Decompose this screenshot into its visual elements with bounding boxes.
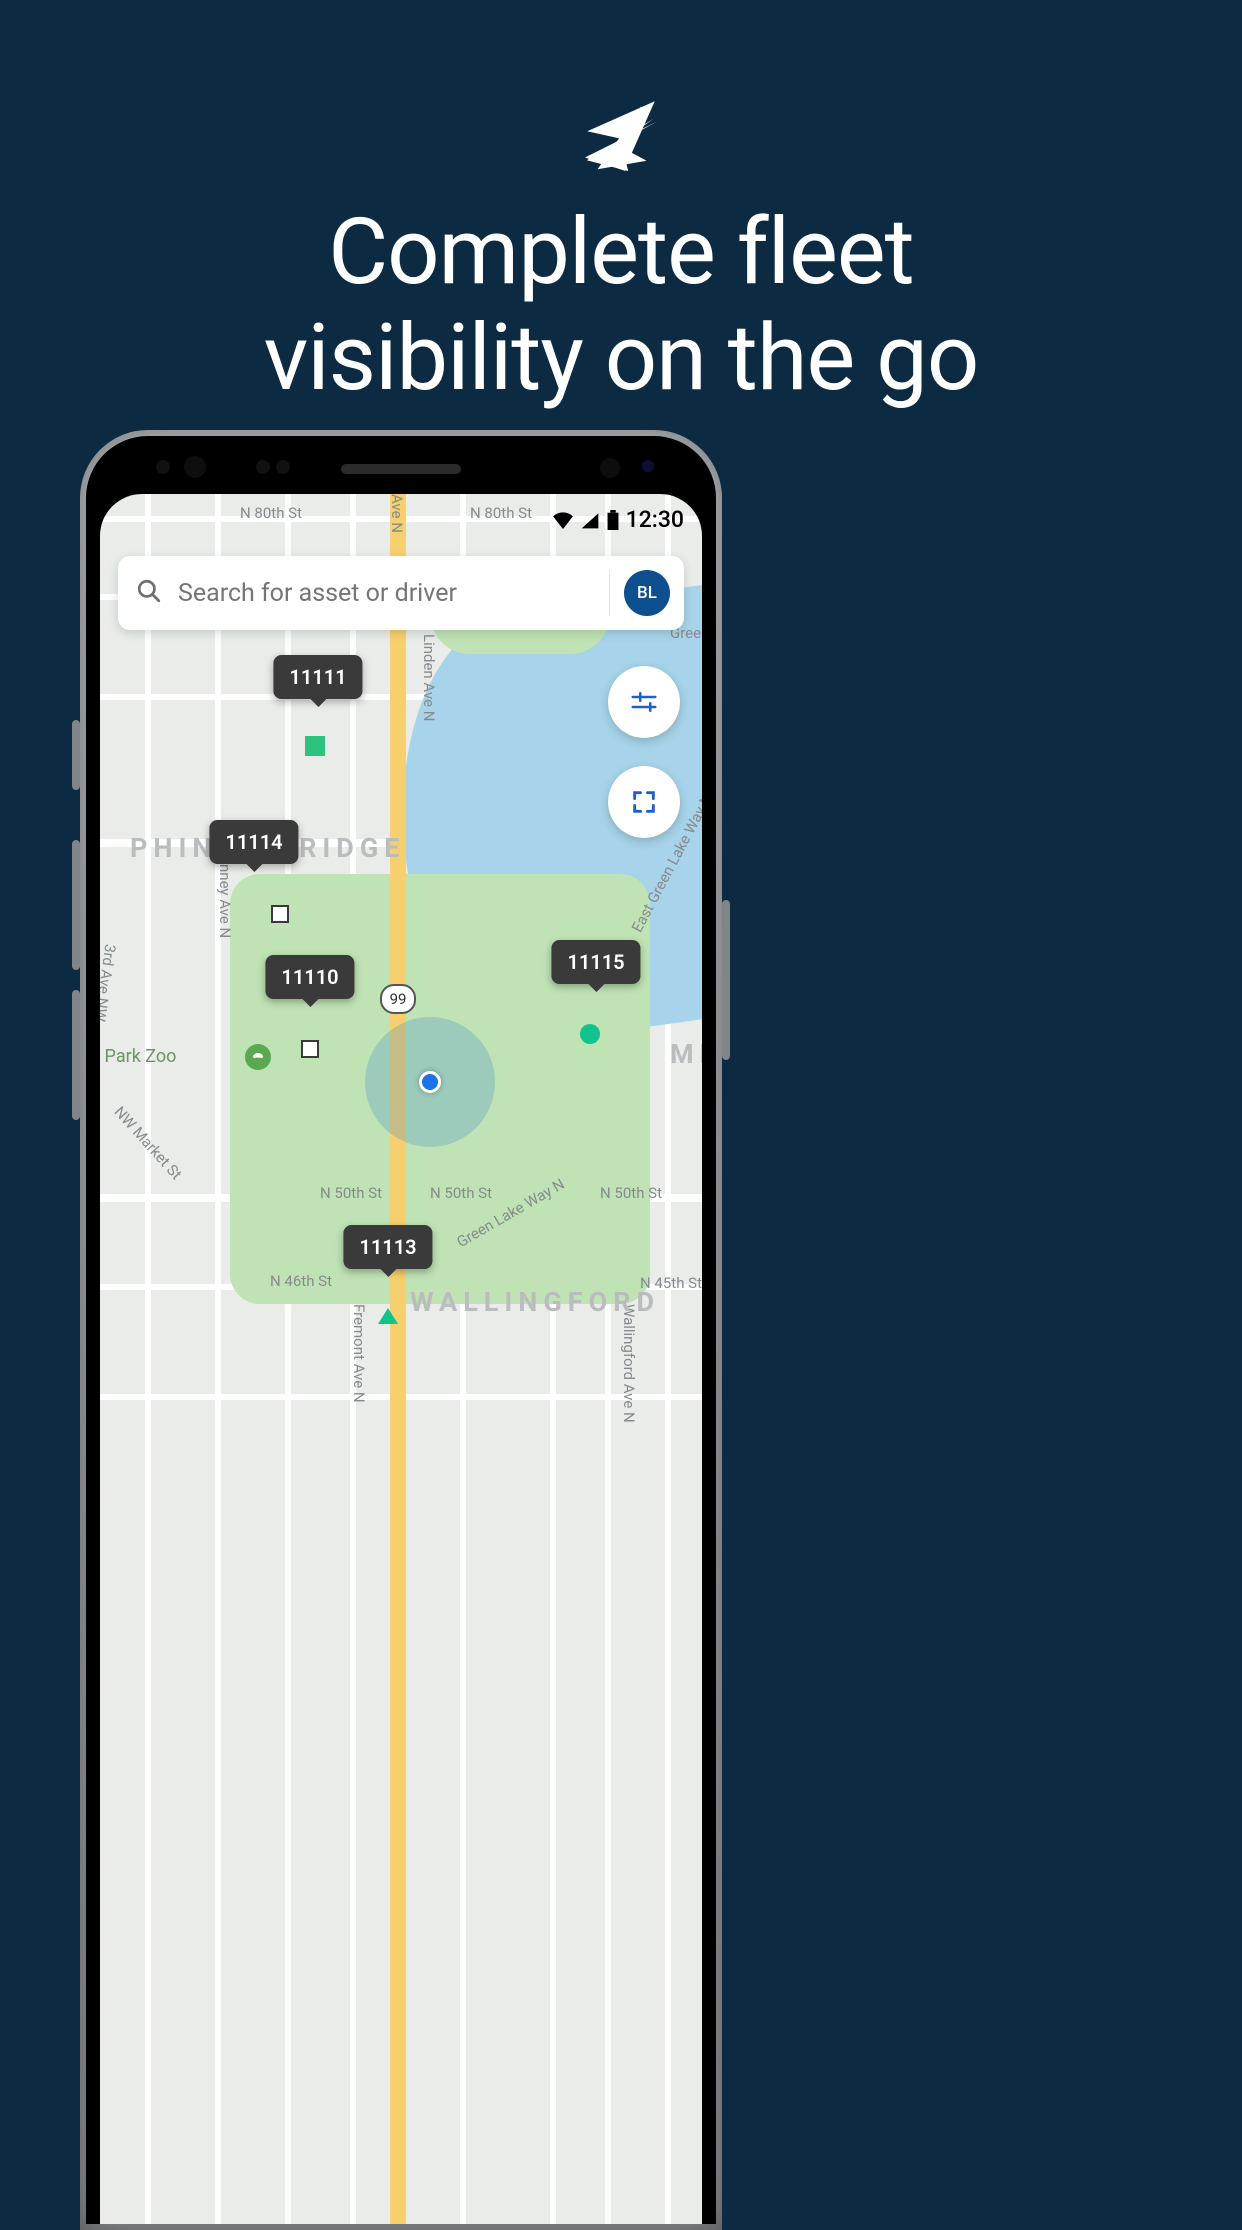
street-label: N 80th St [470, 504, 532, 522]
street-label: N 50th St [320, 1184, 382, 1202]
street-label: N 46th St [270, 1272, 332, 1290]
phone-screen: N 80th St N 80th St N 50th St N 50th St … [100, 494, 702, 2224]
street-label: Fremont Ave N [350, 1304, 368, 1403]
asset-marker-shape[interactable] [580, 1024, 600, 1044]
street-label: Wallingford Ave N [620, 1304, 638, 1423]
asset-marker-shape[interactable] [271, 905, 289, 923]
street-label: nney Ave N [216, 864, 234, 938]
filters-button[interactable] [608, 666, 680, 738]
search-icon [136, 578, 162, 608]
avatar[interactable]: BL [624, 570, 670, 616]
neighborhood-label: ME [670, 1038, 702, 1070]
asset-marker[interactable]: 11113 [343, 1225, 432, 1269]
asset-marker[interactable]: 11111 [273, 655, 362, 699]
street-label: 3rd Ave NW [100, 943, 119, 1023]
hwy-shield: 99 [380, 984, 416, 1014]
map-view[interactable]: N 80th St N 80th St N 50th St N 50th St … [100, 494, 702, 2224]
street-label: N 50th St [600, 1184, 662, 1202]
street-label: Ave N [388, 494, 406, 533]
poi-zoo-label: nd Park Zoo [100, 1046, 176, 1067]
headline: Complete fleet visibility on the go [0, 200, 1242, 412]
search-placeholder: Search for asset or driver [178, 579, 595, 608]
asset-marker-shape[interactable] [378, 1308, 398, 1324]
search-bar[interactable]: Search for asset or driver BL [118, 556, 684, 630]
street-label: N 80th St [240, 504, 302, 522]
cellular-icon [580, 511, 600, 529]
asset-marker[interactable]: 11110 [265, 955, 354, 999]
asset-marker-shape[interactable] [305, 736, 325, 756]
expand-button[interactable] [608, 766, 680, 838]
headline-line-2: visibility on the go [0, 306, 1242, 412]
current-location-dot [419, 1071, 441, 1093]
neighborhood-label: WALLINGFORD [410, 1286, 660, 1318]
hero-arrow-icon [576, 90, 666, 184]
status-time: 12:30 [626, 506, 684, 533]
headline-line-1: Complete fleet [0, 200, 1242, 306]
street-label: Linden Ave N [420, 634, 438, 721]
asset-marker[interactable]: 11114 [209, 820, 298, 864]
asset-marker[interactable]: 11115 [551, 940, 640, 984]
street-label: N 50th St [430, 1184, 492, 1202]
sliders-icon [629, 687, 659, 717]
wifi-icon [552, 511, 574, 529]
phone-mockup: N 80th St N 80th St N 50th St N 50th St … [80, 430, 722, 2230]
battery-icon [606, 510, 620, 530]
asset-marker-shape[interactable] [301, 1040, 319, 1058]
status-bar: 12:30 [552, 506, 684, 533]
divider [609, 570, 610, 616]
poi-zoo-icon [245, 1044, 271, 1070]
expand-icon [630, 788, 658, 816]
